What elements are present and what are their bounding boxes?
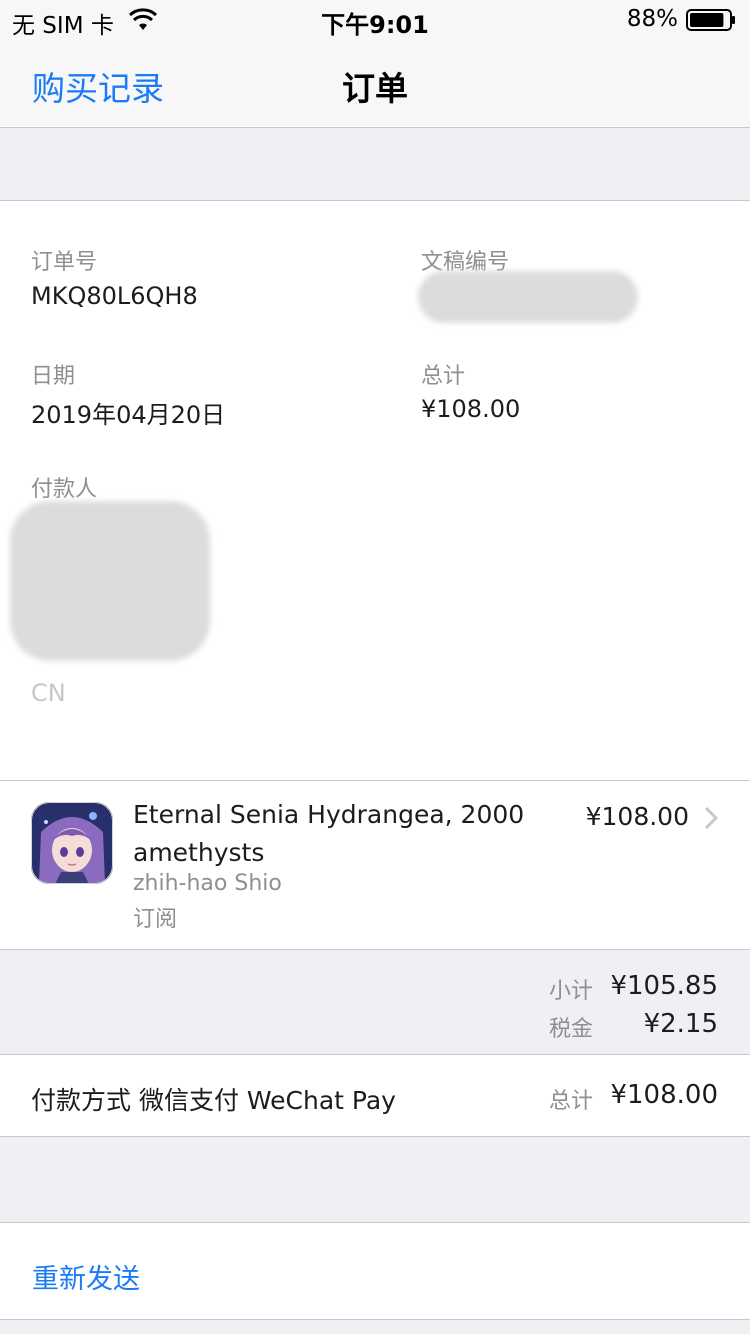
tax-label: 税金 <box>548 1017 593 1042</box>
tax-value: ¥2.15 <box>643 1009 718 1039</box>
order-number-value: MKQ80L6QH8 <box>31 282 198 310</box>
battery-percent: 88% <box>626 6 678 32</box>
subtotal-value: ¥105.85 <box>610 971 718 1001</box>
app-icon <box>31 802 113 884</box>
order-info-section: 订单号 MKQ80L6QH8 文稿编号 1 日期 2019年04月20日 总计 … <box>0 201 750 780</box>
price-summary: 小计 ¥105.85 税金 ¥2.15 <box>0 950 750 1054</box>
item-type: 订阅 <box>133 907 178 932</box>
page-title: 订单 <box>342 69 408 108</box>
payment-row: 付款方式 微信支付 WeChat Pay 总计 ¥108.00 <box>0 1055 750 1136</box>
divider <box>0 1319 750 1320</box>
total-value: ¥108.00 <box>421 395 521 423</box>
date-label: 日期 <box>31 364 76 389</box>
total-label: 总计 <box>421 364 466 389</box>
item-price: ¥108.00 <box>585 802 689 831</box>
redacted-payer-address <box>10 501 210 661</box>
purchase-item-row[interactable]: Eternal Senia Hydrangea, 2000 amethysts … <box>0 781 750 949</box>
chevron-right-icon <box>704 806 718 830</box>
redacted-document-number <box>418 271 638 323</box>
battery-icon <box>686 9 735 31</box>
resend-row[interactable]: 重新发送 <box>0 1223 750 1319</box>
status-bar: 无 SIM 卡 下午9:01 88% <box>0 0 750 40</box>
payment-total-label: 总计 <box>548 1089 593 1114</box>
resend-button[interactable]: 重新发送 <box>32 1257 140 1296</box>
item-title: Eternal Senia Hydrangea, 2000 amethysts <box>133 800 525 867</box>
subtotal-label: 小计 <box>548 979 593 1004</box>
divider <box>0 1136 750 1137</box>
payer-country: CN <box>31 679 66 707</box>
item-developer: zhih-hao Shio <box>133 871 282 896</box>
order-number-label: 订单号 <box>31 250 98 275</box>
payer-label: 付款人 <box>31 477 98 502</box>
payment-method: 付款方式 微信支付 WeChat Pay <box>31 1086 396 1115</box>
payment-total-value: ¥108.00 <box>610 1080 718 1110</box>
navigation-bar: 购买记录 订单 <box>0 40 750 128</box>
date-value: 2019年04月20日 <box>31 401 226 429</box>
